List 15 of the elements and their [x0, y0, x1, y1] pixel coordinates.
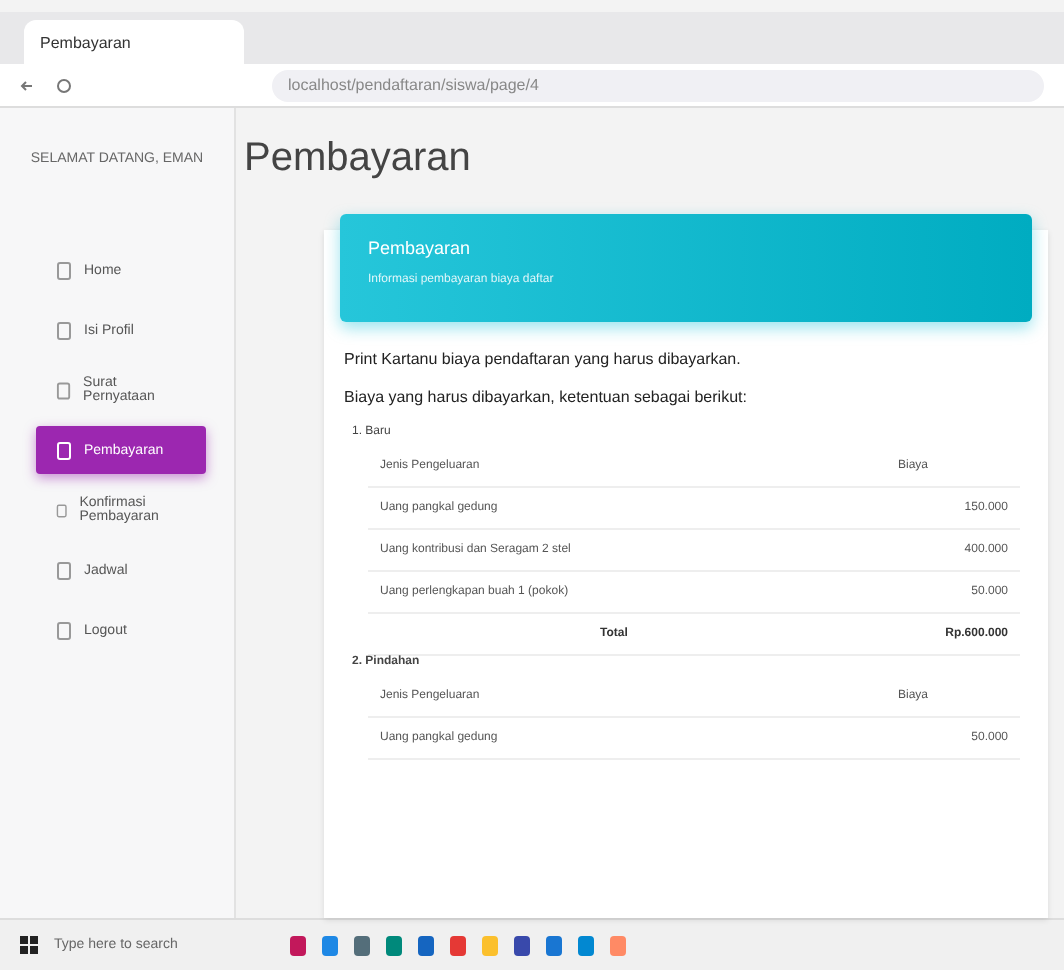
page-title: Pembayaran [244, 136, 473, 182]
header-title: Pembayaran [368, 238, 473, 258]
page-icon [56, 621, 72, 639]
intro-text: Print Kartanu biaya pendaftaran yang harus dibayarkan. [344, 350, 743, 368]
windows-icon[interactable] [20, 936, 38, 954]
back-icon[interactable] [20, 77, 36, 93]
page-icon [56, 261, 72, 279]
page-icon [56, 501, 68, 519]
intro-text: Biaya yang harus dibayarkan, ketentuan sebagai berikut: [344, 388, 749, 406]
page-icon [56, 441, 72, 459]
page-icon [56, 561, 72, 579]
page-icon [56, 321, 72, 339]
browser-tab[interactable]: Pembayaran [24, 20, 244, 64]
page-icon [56, 381, 72, 399]
reload-icon[interactable] [56, 77, 72, 93]
